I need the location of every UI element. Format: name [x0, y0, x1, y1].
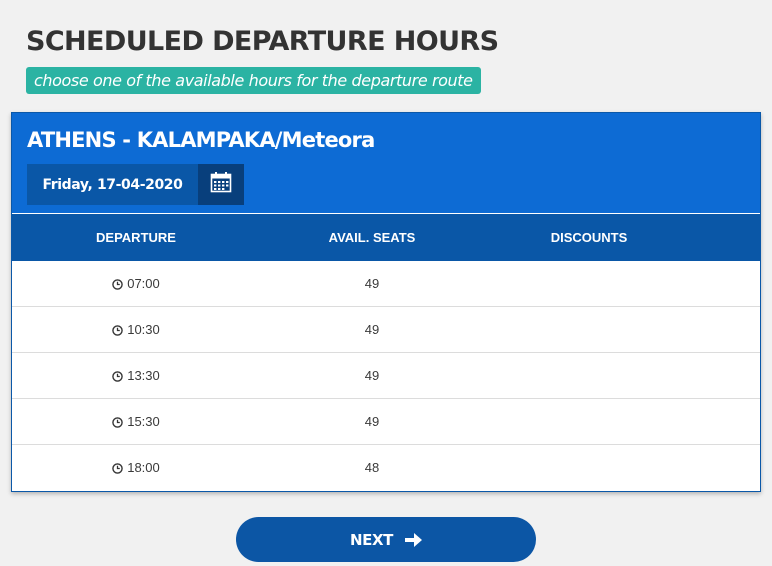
table-header: DEPARTURE AVAIL. SEATS DISCOUNTS [12, 214, 760, 261]
clock-icon [112, 462, 123, 474]
clock-icon [112, 370, 123, 382]
route-header: ATHENS - KALAMPAKA/Meteora Friday, 17-04… [12, 113, 760, 213]
discounts [509, 445, 669, 491]
departures-panel: ATHENS - KALAMPAKA/Meteora Friday, 17-04… [11, 112, 761, 492]
route-title: ATHENS - KALAMPAKA/Meteora [27, 128, 375, 152]
available-seats: 48 [364, 460, 380, 475]
departure-time-cell: 18:00 [56, 445, 216, 491]
arrow-right-icon [405, 532, 422, 547]
departure-time: 18:00 [127, 460, 160, 475]
clock-icon [112, 416, 123, 428]
next-button-label: NEXT [350, 530, 393, 549]
calendar-button[interactable] [198, 164, 244, 205]
table-row[interactable]: 18:00 48 [12, 445, 760, 491]
departure-time-cell: 15:30 [56, 399, 216, 445]
next-button[interactable]: NEXT [236, 517, 536, 562]
page-title: SCHEDULED DEPARTURE HOURS [26, 26, 499, 57]
calendar-icon [210, 171, 232, 198]
table-row[interactable]: 07:00 49 [12, 261, 760, 307]
column-header-departure: DEPARTURE [96, 230, 176, 245]
departure-time: 13:30 [127, 368, 160, 383]
available-seats: 49 [364, 368, 380, 383]
table-row[interactable]: 10:30 49 [12, 307, 760, 353]
discounts [509, 399, 669, 445]
available-seats: 49 [364, 414, 380, 429]
clock-icon [112, 324, 123, 336]
table-row[interactable]: 15:30 49 [12, 399, 760, 445]
departure-time-cell: 13:30 [56, 353, 216, 399]
departure-time: 10:30 [127, 322, 160, 337]
departure-time-cell: 10:30 [56, 307, 216, 353]
date-picker[interactable]: Friday, 17-04-2020 [27, 164, 244, 205]
table-row[interactable]: 13:30 49 [12, 353, 760, 399]
page-subtitle: choose one of the available hours for th… [26, 67, 481, 94]
selected-date[interactable]: Friday, 17-04-2020 [27, 164, 198, 205]
clock-icon [112, 278, 123, 290]
discounts [509, 353, 669, 399]
departures-table-body: 07:00 49 10:30 49 13:30 49 15:30 49 18:0… [12, 261, 760, 491]
departure-time: 07:00 [127, 276, 160, 291]
available-seats: 49 [364, 322, 380, 337]
column-header-seats: AVAIL. SEATS [328, 230, 416, 245]
departure-time: 15:30 [127, 414, 160, 429]
column-header-discounts: DISCOUNTS [550, 230, 628, 245]
available-seats: 49 [364, 276, 380, 291]
discounts [509, 261, 669, 307]
discounts [509, 307, 669, 353]
departure-time-cell: 07:00 [56, 261, 216, 307]
